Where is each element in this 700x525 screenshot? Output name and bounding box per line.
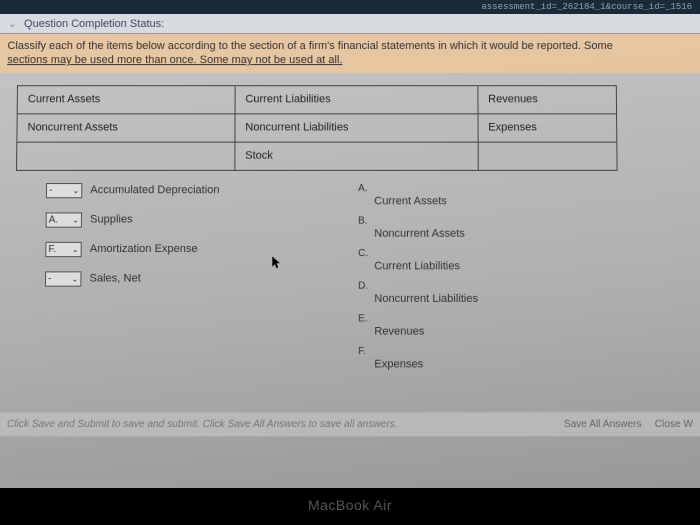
answer-key: A.Current Assets B.Noncurrent Assets C.C… [358, 183, 478, 379]
question-instruction: Classify each of the items below accordi… [0, 34, 700, 73]
item-label: Accumulated Depreciation [90, 184, 219, 196]
table-cell [17, 142, 235, 170]
table-cell: Stock [235, 142, 478, 170]
table-cell: Expenses [478, 113, 617, 141]
table-cell: Current Assets [17, 85, 235, 113]
url-fragment: assessment_id=_262184_1&course_id=_1516 [0, 0, 700, 14]
matching-item: F.⌄ Amortization Expense [45, 241, 219, 256]
answer-dropdown[interactable]: A.⌄ [46, 212, 82, 227]
chevron-down-icon: ⌄ [72, 274, 79, 283]
matching-item: -⌄ Accumulated Depreciation [46, 183, 220, 198]
answer-dropdown[interactable]: -⌄ [45, 271, 82, 286]
categories-table: Current Assets Current Liabilities Reven… [16, 85, 617, 171]
matching-item: -⌄ Sales, Net [45, 271, 219, 286]
status-label: Question Completion Status: [24, 18, 164, 30]
table-cell: Revenues [478, 85, 617, 113]
chevron-down-icon: ⌄ [72, 186, 79, 195]
table-cell: Noncurrent Liabilities [235, 113, 478, 141]
cursor-icon [272, 256, 282, 270]
footer-hint: Click Save and Submit to save and submit… [7, 419, 398, 430]
chevron-down-icon: ⌄ [72, 215, 79, 224]
answer-dropdown[interactable]: F.⌄ [45, 241, 81, 256]
item-label: Supplies [90, 214, 133, 226]
laptop-brand: MacBook Air [0, 497, 700, 513]
item-label: Sales, Net [89, 272, 140, 284]
table-cell: Current Liabilities [235, 85, 478, 113]
table-cell [478, 142, 617, 170]
save-all-button[interactable]: Save All Answers [564, 419, 642, 430]
table-cell: Noncurrent Assets [17, 113, 235, 141]
chevron-down-icon: ⌄ [8, 18, 17, 30]
matching-item: A.⌄ Supplies [46, 212, 220, 227]
answer-dropdown[interactable]: -⌄ [46, 183, 82, 198]
footer-bar: Click Save and Submit to save and submit… [0, 412, 700, 437]
chevron-down-icon: ⌄ [72, 245, 79, 254]
close-button[interactable]: Close W [655, 419, 693, 430]
item-label: Amortization Expense [90, 243, 198, 255]
completion-status-bar: ⌄ Question Completion Status: [0, 14, 700, 34]
